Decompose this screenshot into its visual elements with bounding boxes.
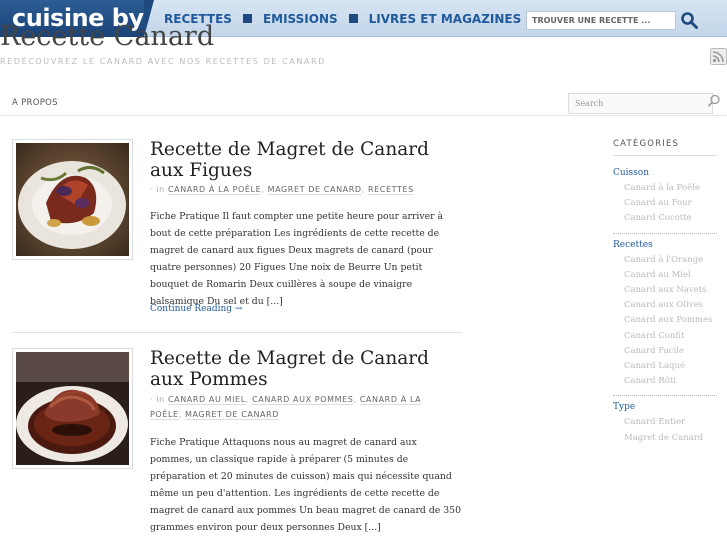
category-link[interactable]: RECETTES [367,185,414,195]
category-link[interactable]: MAGRET DE CANARD [184,410,280,420]
category-cuisson[interactable]: Cuisson [613,166,723,181]
category-item[interactable]: Canard Facile [613,344,717,359]
category-item[interactable]: Canard aux Pommes [613,313,717,328]
category-type[interactable]: Type [613,400,717,415]
category-item[interactable]: Canard Cocotte [613,211,723,226]
site-title[interactable]: Recette Canard [0,20,214,54]
category-item[interactable]: Canard à l'Orange [613,253,717,268]
site-description: REDÉCOUVREZ LE CANARD AVEC NOS RECETTES … [0,57,326,66]
category-item[interactable]: Canard Laqué [613,359,717,374]
category-item[interactable]: Canard Rôti [613,374,717,389]
category-recettes[interactable]: Recettes [613,238,717,253]
nav-separator-icon [348,14,358,23]
category-link[interactable]: MAGRET DE CANARD [267,185,362,195]
rss-icon[interactable] [710,48,727,65]
nav-livres-magazines[interactable]: LIVRES ET MAGAZINES [369,12,522,26]
nav-apropos[interactable]: A PROPOS [12,98,58,108]
post-magret-pommes: Recette de Magret de Canard aux Pommes ·… [12,348,462,545]
post-thumbnail[interactable] [12,139,133,260]
continue-reading-link[interactable]: Continue Reading → [150,304,242,314]
category-item[interactable]: Canard au Miel [613,268,717,283]
category-group-type: Type Canard Entier Magret de Canard [613,395,717,445]
sidebar-heading: CATÉGORIES [613,139,717,156]
main-nav: RECETTES EMISSIONS LIVRES ET MAGAZINES [164,0,521,37]
post-thumbnail[interactable] [12,348,133,469]
search-icon[interactable] [680,11,698,29]
category-item[interactable]: Canard à la Poêle [613,181,723,196]
category-group-cuisson: Cuisson Canard à la Poêle Canard au Four… [613,166,723,227]
post-title[interactable]: Recette de Magret de Canard aux Figues [150,139,460,181]
meta-prefix: · in [150,185,165,194]
category-item[interactable]: Magret de Canard [613,431,717,446]
category-item[interactable]: Canard Entier [613,415,717,430]
post-title[interactable]: Recette de Magret de Canard aux Pommes [150,348,460,390]
post-excerpt: Fiche Pratique Attaquons nous au magret … [150,437,461,533]
category-link[interactable]: CANARD À LA POÊLE [167,185,262,195]
post-excerpt: Fiche Pratique Il faut compter une petit… [150,211,444,307]
site-search-input[interactable]: Search [568,93,713,114]
dish-pommes-image [16,352,129,465]
sidebar-categories: CATÉGORIES Cuisson Canard à la Poêle Can… [613,139,723,446]
nav-emissions[interactable]: EMISSIONS [263,12,338,26]
search-icon[interactable] [707,94,721,108]
nav-separator-icon [242,14,252,23]
recipe-search-input[interactable]: TROUVER UNE RECETTE ... [526,11,676,30]
category-item[interactable]: Canard aux Olives [613,298,717,313]
category-item[interactable]: Canard aux Navets [613,283,717,298]
post-meta: · in CANARD AU MIEL, CANARD AUX POMMES, … [150,395,422,420]
category-item[interactable]: Canard au Four [613,196,723,211]
post-meta: · in CANARD À LA POÊLE, MAGRET DE CANARD… [150,185,414,195]
sub-nav: A PROPOS Search [0,88,727,116]
category-item[interactable]: Canard Confit [613,329,717,344]
category-link[interactable]: CANARD AUX POMMES [252,395,354,405]
meta-prefix: · in [150,395,165,404]
category-group-recettes: Recettes Canard à l'Orange Canard au Mie… [613,232,717,390]
post-magret-figues: Recette de Magret de Canard aux Figues ·… [12,139,462,333]
dish-figues-image [16,143,129,256]
category-link[interactable]: CANARD AU MIEL [167,395,246,405]
